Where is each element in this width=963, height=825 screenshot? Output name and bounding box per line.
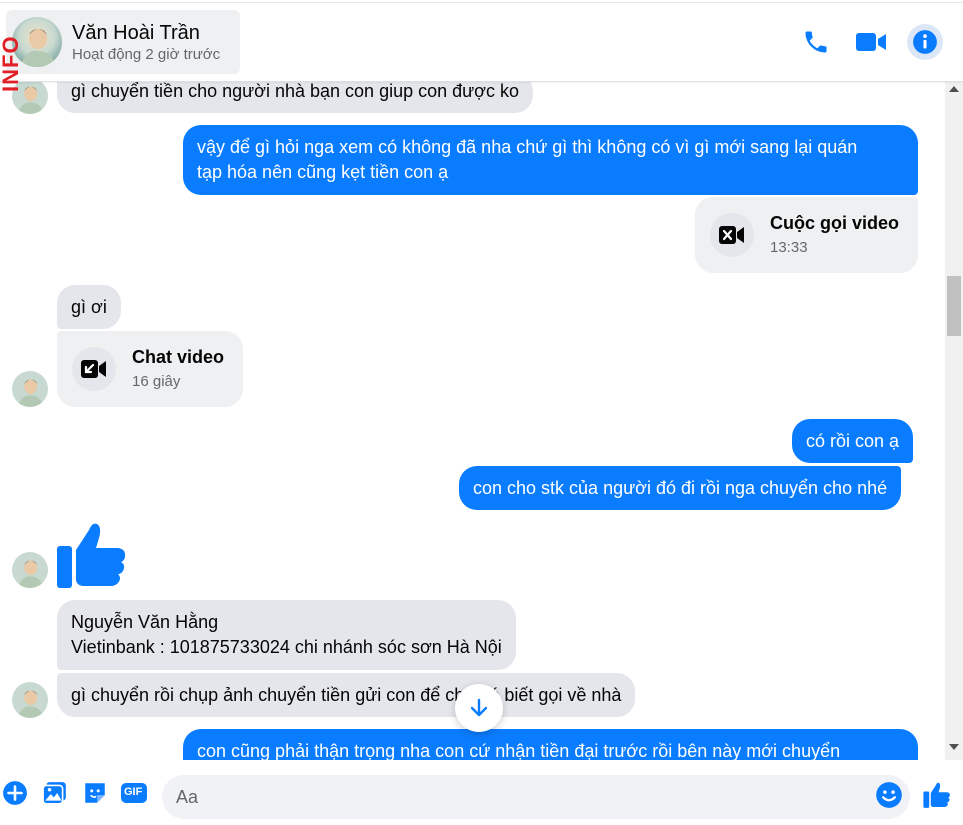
arrow-down-icon	[470, 698, 488, 717]
message-bubble-incoming[interactable]: gì ơi	[57, 285, 121, 329]
message-text: gì chuyển rồi chụp ảnh chuyển tiền gửi c…	[71, 685, 622, 705]
sticker-button[interactable]	[80, 778, 110, 808]
sticker-icon	[85, 783, 105, 803]
sender-avatar[interactable]	[12, 371, 48, 407]
scroll-up-arrow-icon[interactable]	[949, 86, 959, 92]
messenger-chat-window: INFO Văn Hoài Trần Hoạt động 2 giờ trước…	[0, 0, 963, 825]
scroll-down-arrow-icon[interactable]	[949, 744, 959, 750]
missed-video-call-card[interactable]: Cuộc gọi video 13:33	[695, 197, 918, 273]
incoming-video-call-icon	[81, 360, 106, 378]
video-chat-card[interactable]: Chat video 16 giây	[57, 331, 243, 407]
thumbs-up-message[interactable]	[56, 520, 128, 595]
call-title: Chat video	[132, 347, 225, 367]
emoji-button[interactable]	[874, 780, 904, 810]
plus-icon	[3, 781, 27, 805]
message-text: tạp hóa nên cũng kẹt tiền con ạ	[197, 162, 449, 182]
scroll-to-bottom-button[interactable]	[455, 684, 503, 732]
voice-call-button[interactable]	[798, 24, 834, 60]
call-duration: 16 giây	[132, 373, 181, 390]
missed-video-call-icon	[719, 226, 744, 244]
message-bubble-outgoing[interactable]: con cũng phải thận trọng nha con cứ nhận…	[183, 729, 918, 760]
message-bubble-outgoing[interactable]: vậy để gì hỏi nga xem có không đã nha ch…	[183, 125, 918, 195]
top-divider	[0, 2, 963, 3]
info-watermark: INFO	[0, 35, 23, 92]
message-composer: GIF	[0, 760, 963, 825]
attach-image-button[interactable]	[40, 778, 70, 808]
message-text: có rồi con ạ	[806, 431, 900, 451]
message-text: con cũng phải thận trọng nha con cứ nhận…	[197, 741, 841, 760]
info-icon	[913, 30, 937, 54]
image-icon	[42, 782, 66, 805]
message-list[interactable]: gì chuyển tiền cho người nhà bạn con giu…	[0, 82, 945, 760]
phone-icon	[805, 31, 827, 53]
message-text: Vietinbank : 101875733024 chi nhánh sóc …	[71, 637, 502, 657]
call-time: 13:33	[770, 239, 808, 256]
more-actions-button[interactable]	[0, 778, 30, 808]
message-scrollbar[interactable]	[945, 82, 963, 760]
contact-name[interactable]: Văn Hoài Trần	[72, 22, 200, 45]
call-title: Cuộc gọi video	[770, 213, 900, 233]
like-icon	[923, 782, 950, 808]
message-text: gì chuyển tiền cho người nhà bạn con giu…	[71, 82, 519, 101]
message-bubble-incoming[interactable]: gì chuyển tiền cho người nhà bạn con giu…	[57, 82, 533, 113]
video-camera-icon	[856, 33, 886, 51]
message-text: Nguyễn Văn Hằng	[71, 612, 219, 632]
gif-button[interactable]: GIF	[119, 778, 149, 808]
message-input[interactable]	[176, 775, 866, 819]
video-chat-icon-circle	[72, 347, 116, 391]
thumbs-up-icon	[57, 523, 126, 588]
message-bubble-outgoing[interactable]: có rồi con ạ	[792, 419, 914, 463]
contact-status: Hoạt động 2 giờ trước	[72, 46, 221, 63]
message-bubble-incoming[interactable]: gì chuyển rồi chụp ảnh chuyển tiền gửi c…	[57, 673, 636, 717]
message-bubble-incoming[interactable]: Nguyễn Văn Hằng Vietinbank : 10187573302…	[57, 600, 516, 670]
message-text: con cho stk của người đó đi rồi nga chuy…	[473, 478, 888, 498]
gif-label: GIF	[124, 786, 143, 798]
sender-avatar[interactable]	[12, 682, 48, 718]
video-call-button[interactable]	[853, 24, 889, 60]
message-text: gì ơi	[71, 297, 107, 317]
chat-header: INFO Văn Hoài Trần Hoạt động 2 giờ trước	[0, 0, 963, 92]
message-input-container[interactable]	[162, 775, 910, 819]
scroll-thumb[interactable]	[947, 276, 961, 336]
missed-video-icon-circle	[710, 213, 754, 257]
send-like-button[interactable]	[922, 780, 952, 810]
emoji-icon	[876, 782, 902, 808]
sender-avatar[interactable]	[12, 552, 48, 588]
message-text: vậy để gì hỏi nga xem có không đã nha ch…	[197, 137, 858, 157]
conversation-info-button[interactable]	[907, 24, 943, 60]
message-bubble-outgoing[interactable]: con cho stk của người đó đi rồi nga chuy…	[459, 466, 902, 510]
